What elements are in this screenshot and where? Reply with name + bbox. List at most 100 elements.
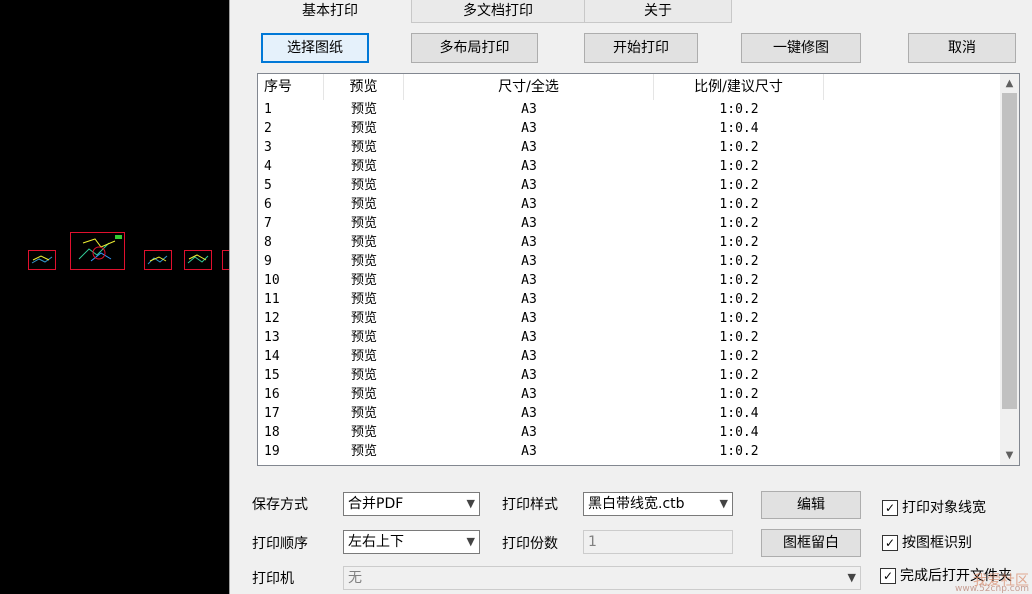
drawing-thumbnail (222, 250, 229, 270)
scroll-down-icon[interactable]: ▼ (1000, 446, 1019, 465)
checkbox-print-lineweight[interactable]: ✓ 打印对象线宽 (882, 499, 986, 517)
row-preview-link[interactable]: 预览 (324, 423, 404, 442)
row-size: A3 (521, 140, 537, 155)
table-row[interactable]: 7 预览 A3 1:0.2 (258, 214, 1000, 233)
row-preview-link[interactable]: 预览 (324, 119, 404, 138)
one-click-fix-button[interactable]: 一键修图 (741, 33, 861, 63)
table-row[interactable]: 4 预览 A3 1:0.2 (258, 157, 1000, 176)
row-index: 3 (264, 140, 272, 155)
row-preview-link[interactable]: 预览 (324, 366, 404, 385)
table-row[interactable]: 1 预览 A3 1:0.2 (258, 100, 1000, 119)
row-preview-link[interactable]: 预览 (324, 404, 404, 423)
row-scale: 1:0.2 (719, 102, 759, 117)
row-preview-link[interactable]: 预览 (324, 138, 404, 157)
tab-basic-print[interactable]: 基本打印 (270, 0, 390, 24)
row-size: A3 (521, 273, 537, 288)
row-index: 17 (264, 406, 280, 421)
table-row[interactable]: 16 预览 A3 1:0.2 (258, 385, 1000, 404)
row-preview-link[interactable]: 预览 (324, 309, 404, 328)
list-header: 序号 预览 尺寸/全选 比例/建议尺寸 (258, 74, 1000, 100)
row-index: 8 (264, 235, 272, 250)
table-row[interactable]: 12 预览 A3 1:0.2 (258, 309, 1000, 328)
row-scale: 1:0.2 (719, 444, 759, 459)
table-row[interactable]: 10 预览 A3 1:0.2 (258, 271, 1000, 290)
table-row[interactable]: 15 预览 A3 1:0.2 (258, 366, 1000, 385)
drawing-thumbnail (184, 250, 212, 270)
row-index: 13 (264, 330, 280, 345)
save-mode-value: 合并PDF (348, 496, 404, 512)
cancel-button[interactable]: 取消 (908, 33, 1016, 63)
row-scale: 1:0.2 (719, 159, 759, 174)
table-row[interactable]: 6 预览 A3 1:0.2 (258, 195, 1000, 214)
scrollbar-thumb[interactable] (1002, 93, 1017, 409)
table-row[interactable]: 11 预览 A3 1:0.2 (258, 290, 1000, 309)
table-row[interactable]: 18 预览 A3 1:0.4 (258, 423, 1000, 442)
print-order-select[interactable]: 左右上下 ▼ (343, 530, 480, 554)
row-preview-link[interactable]: 预览 (324, 157, 404, 176)
table-row[interactable]: 5 预览 A3 1:0.2 (258, 176, 1000, 195)
row-preview-link[interactable]: 预览 (324, 100, 404, 119)
tab-multi-document-print[interactable]: 多文档打印 (411, 0, 585, 23)
chevron-down-icon: ▼ (847, 571, 856, 584)
copies-input[interactable]: 1 (583, 530, 733, 554)
save-mode-select[interactable]: 合并PDF ▼ (343, 492, 480, 516)
checkbox-recognize-by-frame[interactable]: ✓ 按图框识别 (882, 534, 972, 552)
row-preview-link[interactable]: 预览 (324, 347, 404, 366)
table-row[interactable]: 2 预览 A3 1:0.4 (258, 119, 1000, 138)
row-index: 6 (264, 197, 272, 212)
row-scale: 1:0.2 (719, 330, 759, 345)
row-preview-link[interactable]: 预览 (324, 271, 404, 290)
row-size: A3 (521, 102, 537, 117)
edit-button[interactable]: 编辑 (761, 491, 861, 519)
drawing-list[interactable]: 序号 预览 尺寸/全选 比例/建议尺寸 1 预览 A3 1:0.2 2 预览 A3 1:0.4… (257, 73, 1020, 466)
print-style-value: 黑白带线宽.ctb (588, 496, 685, 512)
row-preview-link[interactable]: 预览 (324, 252, 404, 271)
row-size: A3 (521, 368, 537, 383)
header-scale[interactable]: 比例/建议尺寸 (654, 74, 824, 100)
row-index: 15 (264, 368, 280, 383)
table-row[interactable]: 14 预览 A3 1:0.2 (258, 347, 1000, 366)
scroll-up-icon[interactable]: ▲ (1000, 74, 1019, 93)
table-row[interactable]: 17 预览 A3 1:0.4 (258, 404, 1000, 423)
row-preview-link[interactable]: 预览 (324, 233, 404, 252)
printer-label: 打印机 (252, 571, 294, 587)
vertical-scrollbar[interactable]: ▲ ▼ (1000, 74, 1019, 465)
print-style-select[interactable]: 黑白带线宽.ctb ▼ (583, 492, 733, 516)
row-scale: 1:0.4 (719, 121, 759, 136)
header-preview[interactable]: 预览 (324, 74, 404, 100)
select-drawing-button[interactable]: 选择图纸 (261, 33, 369, 63)
table-row[interactable]: 3 预览 A3 1:0.2 (258, 138, 1000, 157)
row-scale: 1:0.2 (719, 197, 759, 212)
multi-layout-print-button[interactable]: 多布局打印 (411, 33, 538, 63)
row-size: A3 (521, 178, 537, 193)
row-preview-link[interactable]: 预览 (324, 442, 404, 461)
row-index: 4 (264, 159, 272, 174)
checkbox-label: 打印对象线宽 (902, 500, 986, 516)
table-row[interactable]: 9 预览 A3 1:0.2 (258, 252, 1000, 271)
check-icon: ✓ (882, 500, 898, 516)
printer-select[interactable]: 无 ▼ (343, 566, 861, 590)
row-preview-link[interactable]: 预览 (324, 328, 404, 347)
row-preview-link[interactable]: 预览 (324, 195, 404, 214)
row-preview-link[interactable]: 预览 (324, 176, 404, 195)
row-index: 14 (264, 349, 280, 364)
row-scale: 1:0.2 (719, 254, 759, 269)
row-size: A3 (521, 216, 537, 231)
row-preview-link[interactable]: 预览 (324, 290, 404, 309)
row-preview-link[interactable]: 预览 (324, 214, 404, 233)
frame-margin-button[interactable]: 图框留白 (761, 529, 861, 557)
table-row[interactable]: 19 预览 A3 1:0.2 (258, 442, 1000, 461)
start-print-button[interactable]: 开始打印 (584, 33, 698, 63)
cad-drawing-area[interactable] (0, 0, 229, 594)
row-index: 9 (264, 254, 272, 269)
table-row[interactable]: 8 预览 A3 1:0.2 (258, 233, 1000, 252)
row-index: 5 (264, 178, 272, 193)
header-index[interactable]: 序号 (258, 74, 324, 100)
row-size: A3 (521, 197, 537, 212)
row-size: A3 (521, 349, 537, 364)
chevron-down-icon: ▼ (466, 535, 475, 548)
table-row[interactable]: 13 预览 A3 1:0.2 (258, 328, 1000, 347)
header-size-select-all[interactable]: 尺寸/全选 (404, 74, 654, 100)
tab-about[interactable]: 关于 (584, 0, 732, 23)
row-preview-link[interactable]: 预览 (324, 385, 404, 404)
